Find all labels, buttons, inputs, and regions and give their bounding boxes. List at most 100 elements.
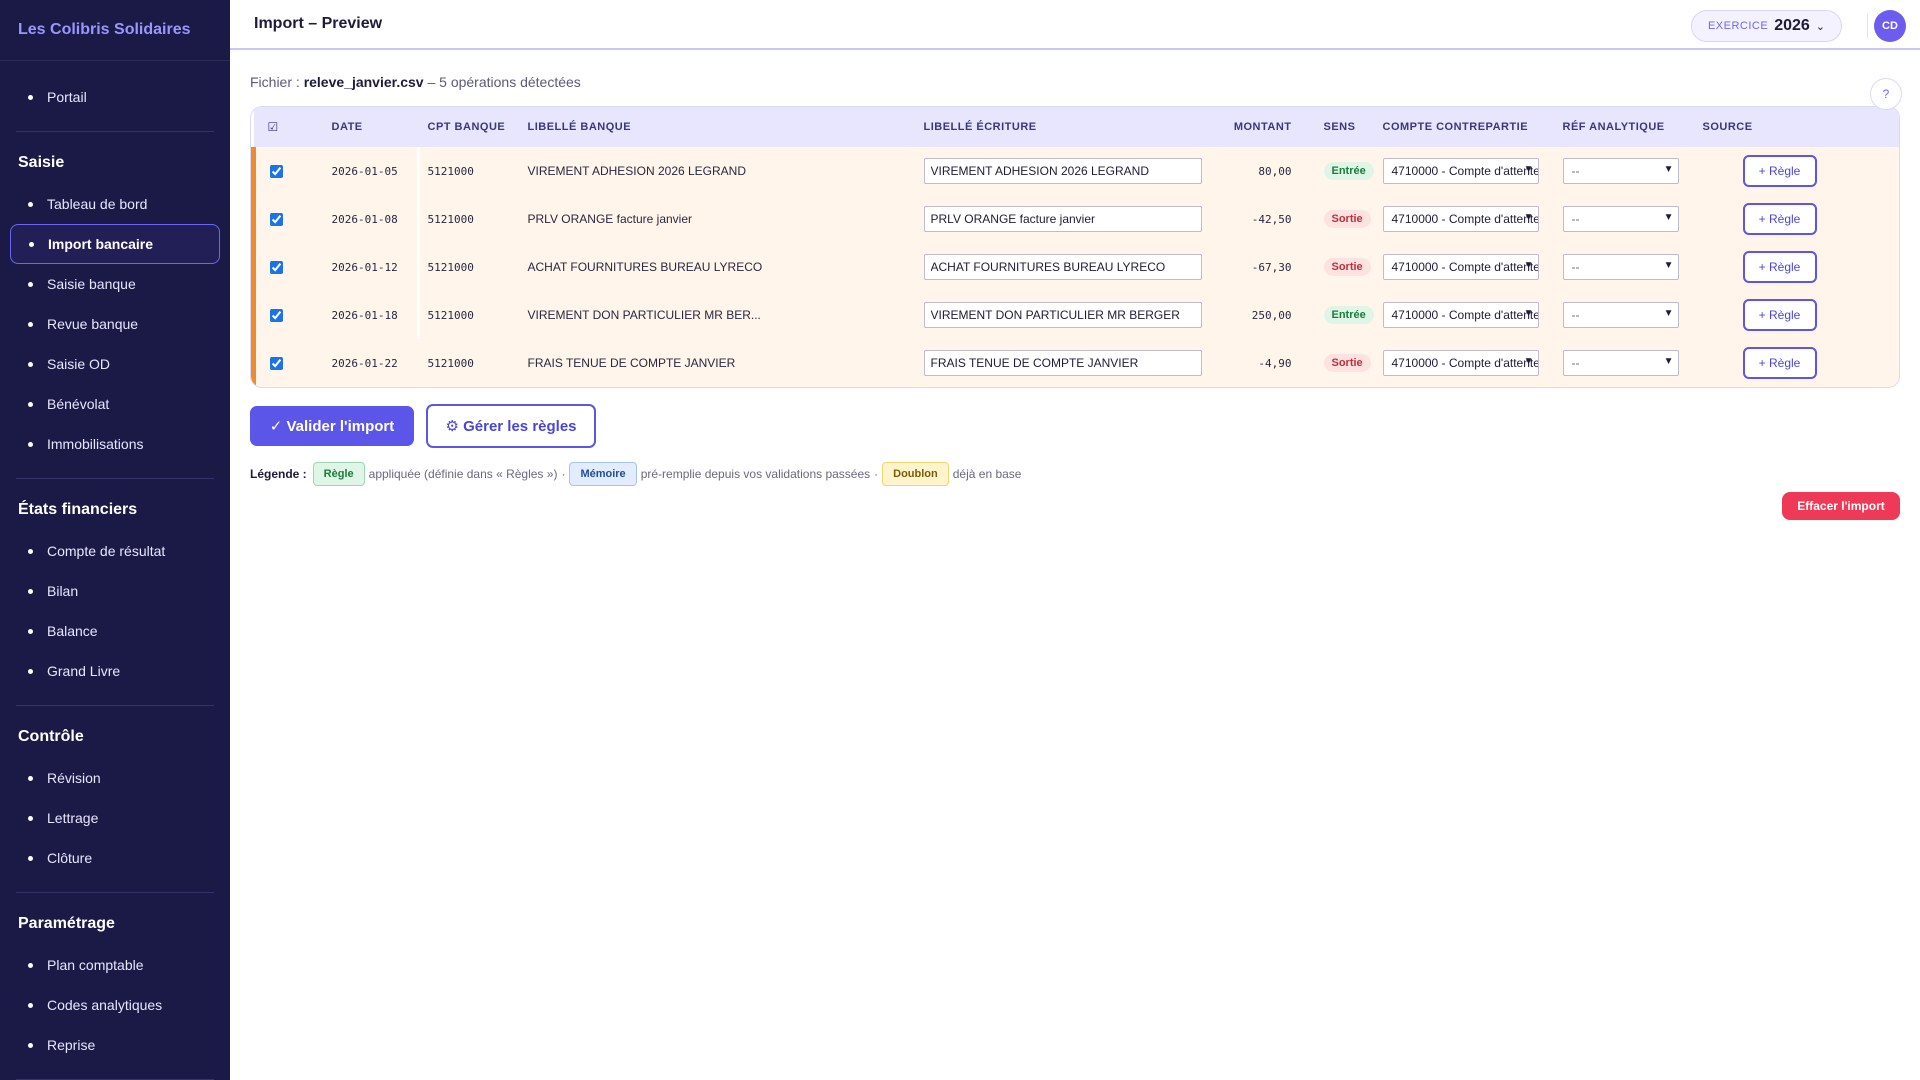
sidebar-item-benevolat[interactable]: Bénévolat — [10, 384, 220, 424]
sidebar-item-reprise[interactable]: Reprise — [10, 1025, 220, 1065]
add-rule-button[interactable]: + Règle — [1742, 251, 1817, 283]
sidebar-item-label: Tableau de bord — [47, 196, 148, 212]
row-checkbox[interactable] — [270, 309, 283, 323]
main-content: Fichier : releve_janvier.csv – 5 opérati… — [250, 70, 1902, 520]
sidebar-group: Paramétrage Plan comptable Codes analytiqu… — [0, 893, 230, 1065]
row-checkbox[interactable] — [270, 165, 283, 179]
sidebar-item-cloture[interactable]: Clôture — [10, 838, 220, 878]
add-rule-button[interactable]: + Règle — [1742, 347, 1817, 379]
ref-analytique-select[interactable]: -- ▼ — [1562, 254, 1679, 280]
row-cell-libelle-ecriture — [916, 243, 1226, 291]
column-header-source: SOURCE — [1702, 121, 1753, 133]
libelle-ecriture-input[interactable] — [923, 254, 1202, 280]
row-cell-select — [251, 243, 324, 291]
sidebar-group: Saisie Tableau de bord Import bancaire Sais… — [0, 132, 230, 464]
row-cell-ref: -- ▼ — [1555, 243, 1695, 291]
ref-analytique-value: -- — [1571, 308, 1580, 322]
bullet-icon — [28, 1002, 33, 1008]
sidebar-item-codes-analytiques[interactable]: Codes analytiques — [10, 985, 220, 1025]
row-checkbox[interactable] — [270, 261, 283, 275]
row-cell-ref: -- ▼ — [1555, 339, 1695, 387]
compte-contrepartie-value: 4710000 - Compte d'attente — [1391, 308, 1539, 322]
sidebar-item-tableau-de-bord[interactable]: Tableau de bord — [10, 184, 220, 224]
row-cell-compte: 4710000 - Compte d'attente ▼ — [1375, 147, 1555, 195]
sidebar-item-label: Clôture — [47, 850, 93, 866]
sidebar-item-bilan[interactable]: Bilan — [10, 571, 220, 611]
row-cell-libelle-ecriture — [916, 291, 1226, 339]
top-bar: Import – Preview EXERCICE 2026 ⌄ CD — [230, 0, 1920, 50]
sidebar-item-saisie-banque[interactable]: Saisie banque — [10, 264, 220, 304]
libelle-ecriture-input[interactable] — [923, 302, 1202, 328]
ref-analytique-select[interactable]: -- ▼ — [1562, 350, 1679, 376]
legend-text-doublon: déjà en base — [952, 467, 1022, 481]
chevron-down-icon: ▼ — [1663, 356, 1674, 367]
table-header-row: ☑ DATE CPT BANQUE LIBELLÉ BANQUE LIBELLÉ… — [253, 107, 1899, 147]
exercice-year: 2026 — [1774, 17, 1810, 34]
sidebar-group-title: Paramétrage — [18, 915, 115, 932]
exercice-selector[interactable]: EXERCICE 2026 ⌄ — [1690, 10, 1842, 42]
chevron-down-icon: ▼ — [1663, 308, 1674, 319]
clear-import-button[interactable]: Effacer l'import — [1782, 492, 1900, 520]
sidebar-item-compte-de-resultat[interactable]: Compte de résultat — [10, 531, 220, 571]
page-title: Import – Preview — [254, 15, 383, 32]
manage-rules-button[interactable]: ⚙ Gérer les règles — [426, 404, 596, 448]
sidebar-item-import-bancaire[interactable]: Import bancaire — [10, 224, 220, 264]
sidebar-item-saisie-od[interactable]: Saisie OD — [10, 344, 220, 384]
libelle-ecriture-input[interactable] — [923, 206, 1202, 232]
ref-analytique-select[interactable]: -- ▼ — [1562, 158, 1679, 184]
bullet-icon — [28, 855, 33, 861]
bullet-icon — [29, 241, 34, 247]
sens-badge: Entrée — [1323, 162, 1374, 180]
sidebar-item-portail[interactable]: Portail — [10, 77, 220, 117]
libelle-ecriture-input[interactable] — [923, 350, 1202, 376]
row-cpt-banque: 5121000 — [427, 164, 474, 178]
chevron-down-icon: ▼ — [1523, 308, 1534, 319]
select-all-checkbox[interactable]: ☑ — [254, 107, 324, 147]
sidebar-item-label: Compte de résultat — [47, 543, 166, 559]
row-checkbox[interactable] — [270, 213, 283, 227]
row-checkbox[interactable] — [270, 357, 283, 371]
row-cell-source: + Règle — [1695, 339, 1900, 387]
compte-contrepartie-select[interactable]: 4710000 - Compte d'attente ▼ — [1382, 302, 1539, 328]
bullet-icon — [28, 815, 33, 821]
avatar[interactable]: CD — [1874, 10, 1906, 42]
compte-contrepartie-select[interactable]: 4710000 - Compte d'attente ▼ — [1382, 350, 1539, 376]
help-button[interactable]: ? — [1870, 78, 1902, 110]
sidebar-item-label: Reprise — [47, 1037, 96, 1053]
sidebar-item-grand-livre[interactable]: Grand Livre — [10, 651, 220, 691]
row-libelle-banque: FRAIS TENUE DE COMPTE JANVIER — [527, 356, 736, 370]
validate-import-button[interactable]: ✓ Valider l'import — [250, 406, 414, 446]
compte-contrepartie-select[interactable]: 4710000 - Compte d'attente ▼ — [1382, 158, 1539, 184]
add-rule-button[interactable]: + Règle — [1742, 299, 1817, 331]
libelle-ecriture-input[interactable] — [923, 158, 1202, 184]
sidebar-item-revue-banque[interactable]: Revue banque — [10, 304, 220, 344]
ref-analytique-select[interactable]: -- ▼ — [1562, 206, 1679, 232]
bullet-icon — [28, 201, 33, 207]
legend-text-memoire: pré-remplie depuis vos validations passé… — [640, 467, 871, 481]
compte-contrepartie-value: 4710000 - Compte d'attente — [1391, 164, 1539, 178]
sidebar-item-label: Grand Livre — [47, 663, 121, 679]
legend-chip-doublon: Doublon — [882, 462, 949, 486]
compte-contrepartie-select[interactable]: 4710000 - Compte d'attente ▼ — [1382, 254, 1539, 280]
add-rule-button[interactable]: + Règle — [1742, 203, 1817, 235]
row-montant: -67,30 — [1251, 260, 1292, 274]
sidebar-item-label: Revue banque — [47, 316, 139, 332]
sidebar-item-balance[interactable]: Balance — [10, 611, 220, 651]
brand-name[interactable]: Les Colibris Solidaires — [0, 0, 230, 61]
sidebar-item-lettrage[interactable]: Lettrage — [10, 798, 220, 838]
ref-analytique-select[interactable]: -- ▼ — [1562, 302, 1679, 328]
sidebar-item-revision[interactable]: Révision — [10, 758, 220, 798]
add-rule-button[interactable]: + Règle — [1742, 155, 1817, 187]
table-row: 2026-01-08 5121000 PRLV ORANGE facture jan… — [251, 195, 1899, 243]
row-libelle-banque: VIREMENT ADHESION 2026 LEGRAND — [527, 164, 747, 178]
sidebar-item-immobilisations[interactable]: Immobilisations — [10, 424, 220, 464]
chevron-down-icon: ▼ — [1523, 260, 1534, 271]
table-row: 2026-01-12 5121000 ACHAT FOURNITURES BUREA… — [251, 243, 1899, 291]
header-divider — [1867, 14, 1868, 38]
file-name: releve_janvier.csv — [303, 74, 424, 90]
compte-contrepartie-select[interactable]: 4710000 - Compte d'attente ▼ — [1382, 206, 1539, 232]
sidebar-item-label: Portail — [47, 89, 87, 105]
sidebar-item-plan-comptable[interactable]: Plan comptable — [10, 945, 220, 985]
row-cell-compte: 4710000 - Compte d'attente ▼ — [1375, 291, 1555, 339]
column-header-libelle-banque: LIBELLÉ BANQUE — [527, 121, 632, 133]
